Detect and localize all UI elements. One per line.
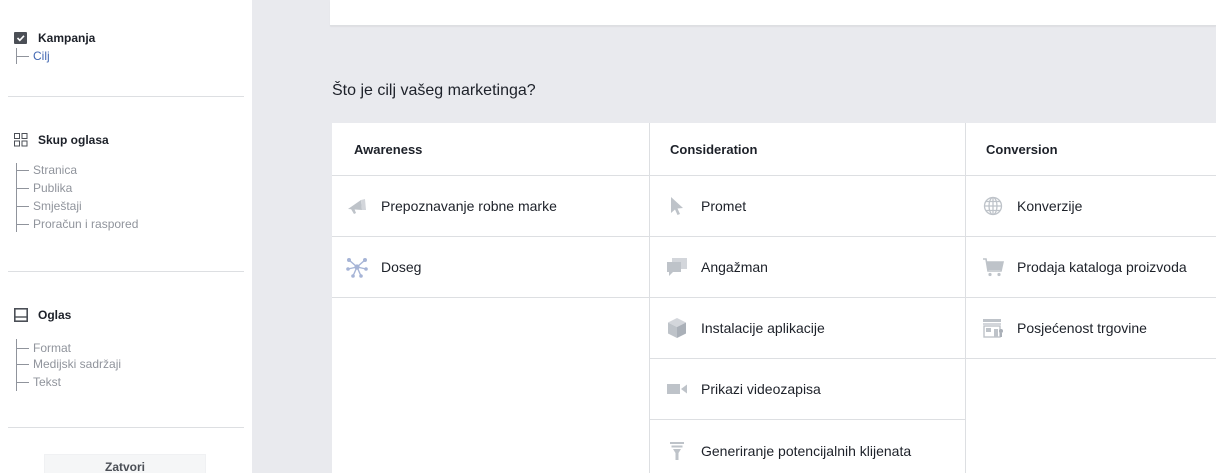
video-camera-icon <box>666 378 688 400</box>
adset-tree: Stranica Publika Smještaji Proračun i ra… <box>16 163 138 232</box>
cart-icon <box>982 256 1004 278</box>
page-title: Što je cilj vašeg marketinga? <box>332 82 536 99</box>
grid-icon <box>14 133 28 147</box>
column-consideration: Consideration Promet Angažman Instalacij… <box>650 123 966 473</box>
sidebar-item-label: Publika <box>33 181 73 195</box>
objective-label: Posjećenost trgovine <box>1017 320 1147 336</box>
column-header: Conversion <box>966 123 1216 176</box>
sidebar-item-proracun[interactable]: Proračun i raspored <box>16 217 138 232</box>
sidebar-item-label: Cilj <box>33 49 50 63</box>
sidebar-item-publika[interactable]: Publika <box>16 181 138 196</box>
objective-app-installs[interactable]: Instalacije aplikacije <box>650 298 965 359</box>
campaign-tree: Cilj <box>16 48 50 64</box>
megaphone-icon <box>346 195 368 217</box>
box-icon <box>666 317 688 339</box>
sidebar-item-format[interactable]: Format <box>16 341 121 356</box>
objective-label: Prodaja kataloga proizvoda <box>1017 259 1187 275</box>
sidebar-item-stranica[interactable]: Stranica <box>16 163 138 178</box>
sidebar-item-label: Tekst <box>33 375 62 389</box>
sidebar-item-tekst[interactable]: Tekst <box>16 375 121 390</box>
store-icon <box>982 317 1004 339</box>
sidebar-section-title: Oglas <box>38 308 72 322</box>
column-conversion: Conversion Konverzije Prodaja kataloga p… <box>966 123 1216 473</box>
sidebar-section-title: Kampanja <box>38 31 96 45</box>
objective-store-visits[interactable]: Posjećenost trgovine <box>966 298 1216 359</box>
objective-label: Generiranje potencijalnih klijenata <box>701 442 912 459</box>
checkbox-checked-icon <box>14 31 28 45</box>
sidebar-section-ad[interactable]: Oglas <box>14 308 71 322</box>
sidebar-item-label: Proračun i raspored <box>33 217 139 231</box>
objective-label: Promet <box>701 198 747 214</box>
sidebar-item-smjestaji[interactable]: Smještaji <box>16 199 138 214</box>
chat-bubbles-icon <box>666 256 688 278</box>
column-awareness: Awareness Prepoznavanje robne marke Dose… <box>332 123 650 473</box>
divider <box>8 96 244 97</box>
funnel-icon <box>666 440 688 462</box>
objective-engagement[interactable]: Angažman <box>650 237 965 298</box>
objective-catalog-sales[interactable]: Prodaja kataloga proizvoda <box>966 237 1216 298</box>
sidebar-section-adset[interactable]: Skup oglasa <box>14 133 109 147</box>
sidebar-section-title: Skup oglasa <box>38 133 109 147</box>
objective-traffic[interactable]: Promet <box>650 176 965 237</box>
objective-lead-generation[interactable]: Generiranje potencijalnih klijenata <box>650 420 965 473</box>
objective-grid: Awareness Prepoznavanje robne marke Dose… <box>332 123 1216 473</box>
previous-card <box>330 0 1216 26</box>
sidebar-item-cilj[interactable]: Cilj <box>16 49 50 64</box>
objective-label: Prikazi videozapisa <box>701 381 821 397</box>
sidebar-item-label: Stranica <box>33 163 78 177</box>
objective-label: Angažman <box>701 259 768 275</box>
objective-label: Doseg <box>381 259 422 275</box>
sidebar-item-label: Medijski sadržaji <box>33 357 122 371</box>
objective-conversions[interactable]: Konverzije <box>966 176 1216 237</box>
close-button[interactable]: Zatvori <box>44 454 206 473</box>
ad-tree: Format Medijski sadržaji Tekst <box>16 339 121 391</box>
sidebar: Kampanja Cilj Skup oglasa Stranica Publi… <box>0 0 252 473</box>
objective-reach[interactable]: Doseg <box>332 237 649 298</box>
column-header: Consideration <box>650 123 965 176</box>
ad-layout-icon <box>14 308 28 322</box>
sidebar-item-label: Smještaji <box>33 199 82 213</box>
cursor-icon <box>666 195 688 217</box>
globe-icon <box>982 195 1004 217</box>
reach-icon <box>346 256 368 278</box>
objective-label: Konverzije <box>1017 198 1083 214</box>
divider <box>8 427 244 428</box>
sidebar-item-label: Format <box>33 341 72 355</box>
objective-label: Instalacije aplikacije <box>701 320 825 336</box>
sidebar-section-campaign[interactable]: Kampanja <box>14 31 95 45</box>
column-header: Awareness <box>332 123 649 176</box>
sidebar-item-medijski[interactable]: Medijski sadržaji <box>16 357 121 372</box>
objective-label: Prepoznavanje robne marke <box>381 198 557 214</box>
divider <box>8 271 244 272</box>
objective-brand-awareness[interactable]: Prepoznavanje robne marke <box>332 176 649 237</box>
objective-video-views[interactable]: Prikazi videozapisa <box>650 359 965 420</box>
